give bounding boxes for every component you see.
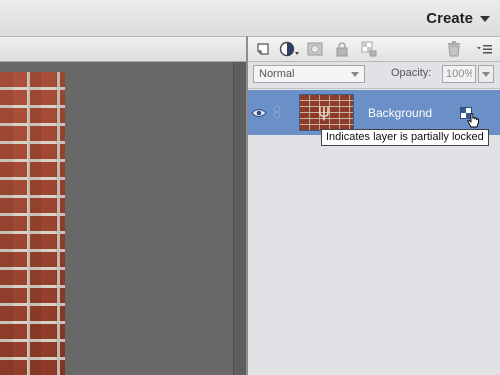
- adjustment-layer-icon[interactable]: [278, 40, 302, 58]
- opacity-dropdown-button[interactable]: [478, 65, 494, 83]
- lock-transparency-icon[interactable]: [360, 40, 378, 58]
- create-button[interactable]: Create: [426, 6, 490, 30]
- chevron-down-icon: [482, 72, 490, 77]
- layers-panel: Normal Opacity: ψ Background: [248, 37, 500, 375]
- chevron-down-icon: [480, 16, 490, 22]
- panel-menu-icon[interactable]: [476, 40, 494, 58]
- new-layer-icon[interactable]: [254, 40, 272, 58]
- brick-texture: [0, 72, 65, 375]
- create-label: Create: [426, 9, 473, 27]
- blend-mode-select[interactable]: Normal: [253, 65, 365, 83]
- layer-mask-icon[interactable]: [306, 40, 324, 58]
- lock-all-icon[interactable]: [333, 40, 351, 58]
- layers-toolbar: [248, 37, 500, 62]
- layer-name[interactable]: Background: [368, 106, 432, 120]
- layer-thumbnail[interactable]: ψ: [299, 94, 354, 131]
- hand-cursor-icon: [466, 113, 480, 129]
- canvas-scrollbar[interactable]: [233, 62, 247, 375]
- delete-layer-icon[interactable]: [445, 40, 463, 58]
- blend-mode-value: Normal: [259, 68, 295, 80]
- canvas-area[interactable]: [0, 62, 233, 375]
- canvas-ruler-strip: [0, 37, 246, 62]
- eye-icon[interactable]: [251, 106, 267, 118]
- brick-photo: [0, 72, 65, 375]
- layer-options-row: Normal Opacity:: [248, 62, 500, 89]
- thumbnail-glyph-icon: ψ: [318, 101, 330, 122]
- opacity-field[interactable]: [442, 65, 476, 83]
- chevron-down-icon: [351, 72, 359, 77]
- tooltip: Indicates layer is partially locked: [321, 129, 489, 146]
- opacity-label: Opacity:: [391, 67, 432, 79]
- link-icon[interactable]: [272, 105, 282, 119]
- top-bar: Create: [0, 0, 500, 37]
